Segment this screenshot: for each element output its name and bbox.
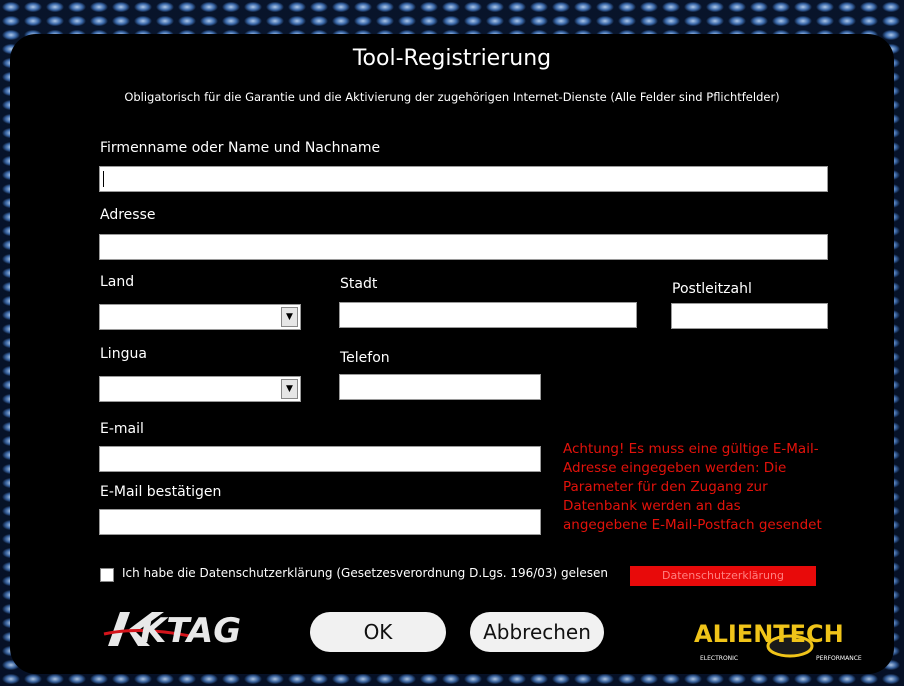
cancel-button[interactable]: Abbrechen <box>470 612 604 652</box>
ktag-logo: KTAG <box>103 611 241 651</box>
address-input[interactable] <box>99 234 828 260</box>
dropdown-arrow-icon[interactable]: ▼ <box>281 379 298 399</box>
city-input[interactable] <box>339 302 637 328</box>
language-select[interactable]: ▼ <box>99 376 301 402</box>
zip-label: Postleitzahl <box>672 281 752 297</box>
email-input[interactable] <box>99 446 541 472</box>
zip-input[interactable] <box>671 303 828 329</box>
email-warning-text: Achtung! Es muss eine gültige E-Mail-Adr… <box>563 441 822 533</box>
privacy-checkbox-label: Ich habe die Datenschutzerklärung (Geset… <box>122 566 608 580</box>
phone-label: Telefon <box>340 350 390 366</box>
language-label: Lingua <box>100 346 147 362</box>
email-confirm-label: E-Mail bestätigen <box>100 484 222 500</box>
ok-button[interactable]: OK <box>310 612 446 652</box>
privacy-checkbox[interactable] <box>100 568 114 582</box>
company-label: Firmenname oder Name und Nachname <box>100 140 381 156</box>
dialog-title: Tool-Registrierung <box>352 46 552 71</box>
alientech-logo-text: ALIENTECH <box>694 620 844 648</box>
alientech-sub-left: ELECTRONIC <box>700 655 738 662</box>
privacy-policy-button[interactable]: Datenschutzerklärung <box>630 566 816 586</box>
email-confirm-input[interactable] <box>99 509 541 535</box>
email-label: E-mail <box>100 421 144 437</box>
address-label: Adresse <box>100 207 156 223</box>
dropdown-arrow-icon[interactable]: ▼ <box>281 307 298 327</box>
city-label: Stadt <box>340 276 378 292</box>
dialog-subtitle: Obligatorisch für die Garantie und die A… <box>124 90 780 104</box>
country-label: Land <box>100 274 135 290</box>
phone-input[interactable] <box>339 374 541 400</box>
alientech-sub-right: PERFORMANCE <box>816 655 862 662</box>
alientech-logo: ALIENTECH ELECTRONIC PERFORMANCE <box>694 620 862 662</box>
ktag-logo-text: KTAG <box>140 611 241 651</box>
country-select[interactable]: ▼ <box>99 304 301 330</box>
company-input[interactable] <box>99 166 828 192</box>
